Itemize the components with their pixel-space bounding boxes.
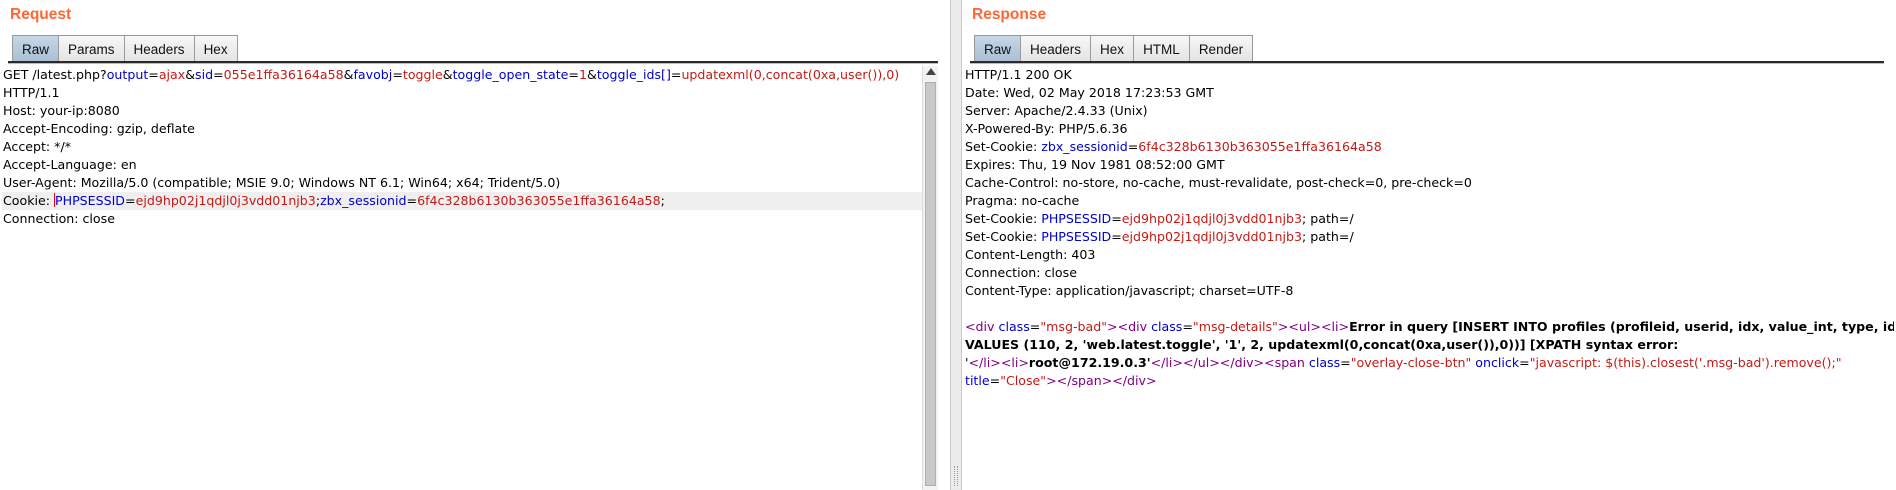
- request-scrollbar[interactable]: [922, 66, 938, 490]
- header-host: Host: your-ip:8080: [3, 103, 120, 118]
- tab-underline: [8, 61, 938, 64]
- tab-raw[interactable]: Raw: [974, 35, 1022, 62]
- header-cache-control: Cache-Control: no-store, no-cache, must-…: [965, 175, 1472, 190]
- header-expires: Expires: Thu, 19 Nov 1981 08:52:00 GMT: [965, 157, 1225, 172]
- header-set-cookie: Set-Cookie: PHPSESSID=ejd9hp02j1qdjl0j3v…: [965, 211, 1354, 226]
- header-accept-language: Accept-Language: en: [3, 157, 137, 172]
- tab-html[interactable]: HTML: [1133, 35, 1190, 62]
- http-version: HTTP/1.1: [3, 85, 60, 100]
- request-pane: Request Raw Params Headers Hex GET /late…: [0, 0, 950, 490]
- header-accept: Accept: */*: [3, 139, 72, 154]
- body-line: title="Close"></span></div>: [965, 373, 1157, 388]
- body-line: VALUES (110, 2, 'web.latest.toggle', '1'…: [965, 337, 1679, 352]
- header-x-powered-by: X-Powered-By: PHP/5.6.36: [965, 121, 1128, 136]
- header-pragma: Pragma: no-cache: [965, 193, 1080, 208]
- request-line: GET /latest.php?output=ajax&sid=055e1ffa…: [3, 67, 900, 82]
- response-editor[interactable]: HTTP/1.1 200 OK Date: Wed, 02 May 2018 1…: [964, 66, 1894, 490]
- response-pane: Response Raw Headers Hex HTML Render HTT…: [962, 0, 1896, 490]
- request-editor[interactable]: GET /latest.php?output=ajax&sid=055e1ffa…: [2, 66, 934, 490]
- header-connection: Connection: close: [965, 265, 1077, 280]
- tab-render[interactable]: Render: [1188, 35, 1254, 62]
- header-connection: Connection: close: [3, 211, 115, 226]
- header-server: Server: Apache/2.4.33 (Unix): [965, 103, 1148, 118]
- response-title: Response: [972, 6, 1047, 23]
- scroll-up-icon[interactable]: [926, 68, 936, 75]
- status-line: HTTP/1.1 200 OK: [965, 67, 1072, 82]
- tab-headers[interactable]: Headers: [123, 35, 195, 62]
- header-user-agent: User-Agent: Mozilla/5.0 (compatible; MSI…: [3, 175, 561, 190]
- header-cookie: Cookie: PHPSESSID=ejd9hp02j1qdjl0j3vdd01…: [2, 192, 934, 210]
- tab-params[interactable]: Params: [58, 35, 125, 62]
- request-tabs: Raw Params Headers Hex: [12, 34, 238, 62]
- pane-divider[interactable]: [950, 0, 962, 490]
- tab-hex[interactable]: Hex: [193, 35, 238, 62]
- header-set-cookie: Set-Cookie: PHPSESSID=ejd9hp02j1qdjl0j3v…: [965, 229, 1354, 244]
- body-line: '</li><li>root@172.19.0.3'</li></ul></di…: [965, 355, 1842, 370]
- response-tabs: Raw Headers Hex HTML Render: [974, 34, 1254, 62]
- request-title: Request: [10, 6, 72, 23]
- header-date: Date: Wed, 02 May 2018 17:23:53 GMT: [965, 85, 1214, 100]
- header-accept-encoding: Accept-Encoding: gzip, deflate: [3, 121, 195, 136]
- scroll-thumb[interactable]: [925, 82, 936, 486]
- header-content-length: Content-Length: 403: [965, 247, 1096, 262]
- tab-hex[interactable]: Hex: [1090, 35, 1135, 62]
- drag-grip-icon[interactable]: [954, 466, 958, 486]
- tab-headers[interactable]: Headers: [1020, 35, 1092, 62]
- header-set-cookie: Set-Cookie: zbx_sessionid=6f4c328b6130b3…: [965, 139, 1382, 154]
- tab-raw[interactable]: Raw: [12, 35, 60, 62]
- header-content-type: Content-Type: application/javascript; ch…: [965, 283, 1294, 298]
- body-line: <div class="msg-bad"><div class="msg-det…: [965, 319, 1894, 334]
- tab-underline: [970, 61, 1884, 64]
